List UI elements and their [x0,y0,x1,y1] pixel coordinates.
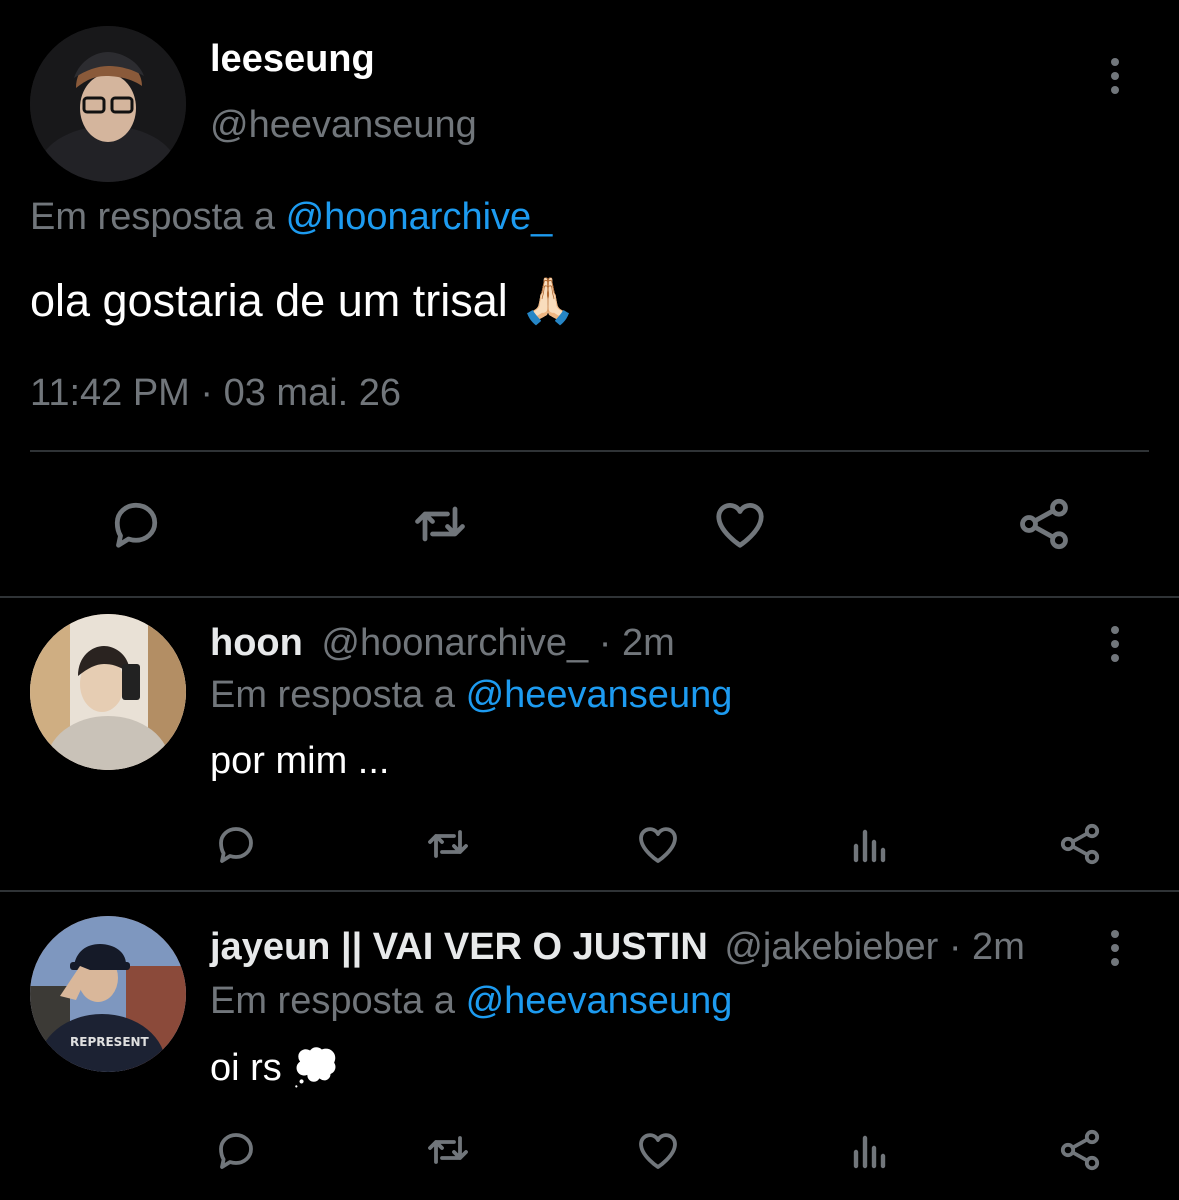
tweet-text: oi rs 💭 [210,1047,340,1089]
reply-prefix: Em resposta a [210,674,455,716]
reply-header: jayeun || VAI VER O JUSTIN @jakebieber ·… [210,926,1025,969]
more-options-icon[interactable] [1109,930,1121,966]
reply-prefix: Em resposta a [30,196,275,238]
views-icon[interactable] [846,1126,894,1174]
avatar[interactable]: REPRESENT [30,916,186,1072]
like-icon[interactable] [634,1126,682,1174]
display-name[interactable]: hoon [210,622,303,664]
avatar[interactable] [30,26,186,182]
reply-to-link[interactable]: @heevanseung [466,980,733,1022]
retweet-icon[interactable] [410,494,470,554]
like-icon[interactable] [634,820,682,868]
like-icon[interactable] [710,494,770,554]
user-handle[interactable]: @heevanseung [210,104,477,147]
tweet-timestamp[interactable]: 11:42 PM · 03 mai. 26 [30,372,401,415]
more-options-icon[interactable] [1109,58,1121,94]
reply-icon[interactable] [212,1126,260,1174]
relative-time[interactable]: · 2m [949,926,1025,968]
avatar[interactable] [30,614,186,770]
views-icon[interactable] [846,820,894,868]
reply-icon[interactable] [212,820,260,868]
reply-to-link[interactable]: @hoonarchive_ [286,196,553,238]
tweet-text: por mim ... [210,740,390,782]
reply-header: hoon @hoonarchive_ · 2m [210,622,675,665]
user-handle[interactable]: @hoonarchive_ [321,622,588,664]
share-icon[interactable] [1056,1126,1104,1174]
reply-context: Em resposta a @heevanseung [210,980,732,1023]
reply-context: Em resposta a @heevanseung [210,674,732,717]
svg-text:REPRESENT: REPRESENT [70,1035,150,1049]
reply-context: Em resposta a @hoonarchive_ [30,196,552,239]
display-name[interactable]: jayeun || VAI VER O JUSTIN [210,926,708,968]
divider [0,890,1179,892]
divider [0,596,1179,598]
share-icon[interactable] [1056,820,1104,868]
retweet-icon[interactable] [424,1126,472,1174]
tweet-text: ola gostaria de um trisal 🙏🏻 [30,275,577,326]
user-handle[interactable]: @jakebieber [724,926,938,968]
more-options-icon[interactable] [1109,626,1121,662]
reply-to-link[interactable]: @heevanseung [466,674,733,716]
reply-icon[interactable] [106,494,166,554]
divider [30,450,1149,452]
retweet-icon[interactable] [424,820,472,868]
display-name[interactable]: leeseung [210,38,375,81]
relative-time[interactable]: · 2m [599,622,675,664]
reply-prefix: Em resposta a [210,980,455,1022]
share-icon[interactable] [1014,494,1074,554]
